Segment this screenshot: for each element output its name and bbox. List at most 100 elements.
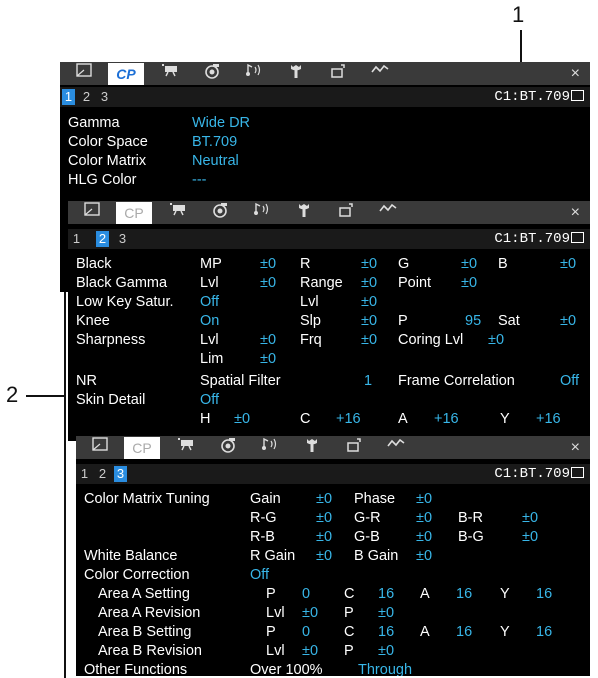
custom-picture-file: C1:BT.709 <box>494 231 584 247</box>
tab-system[interactable] <box>278 63 314 85</box>
skin-c-value: +16 <box>336 411 361 427</box>
knee-sat-label: Sat <box>498 313 520 329</box>
tab-camera[interactable] <box>82 437 118 459</box>
tab-audio[interactable] <box>236 63 272 85</box>
color-matrix-label: Color Matrix <box>68 153 147 169</box>
skin-c-label: C <box>300 411 311 427</box>
low-key-satur-value: Off <box>200 294 220 310</box>
callout-2-line <box>26 395 64 397</box>
cm-gr-label: G-R <box>354 510 381 526</box>
skin-y-value: +16 <box>536 411 561 427</box>
nr-label: NR <box>76 373 97 389</box>
wb-bgain-label: B Gain <box>354 548 399 564</box>
wrench-icon <box>291 65 301 78</box>
tab-lens[interactable] <box>202 202 238 224</box>
area-a-revision-p-value: ±0 <box>378 605 395 621</box>
tab-system[interactable] <box>294 437 330 459</box>
assign-icon <box>339 203 353 217</box>
knee-value: On <box>200 313 220 329</box>
tab-lens[interactable] <box>210 437 246 459</box>
cm-bg-label: B-G <box>458 529 484 545</box>
recording-icon <box>170 203 185 216</box>
area-a-setting-a-value: 16 <box>456 586 473 602</box>
tab-camera[interactable] <box>66 63 102 85</box>
tab-cp[interactable]: CP <box>116 202 152 224</box>
cm-rb-value: ±0 <box>316 529 333 545</box>
spatial-filter-value: 1 <box>364 373 373 389</box>
area-b-setting-y-label: Y <box>500 624 510 640</box>
cm-gain-label: Gain <box>250 491 281 507</box>
close-icon[interactable]: × <box>571 201 580 224</box>
panel-page-2: CP × 1 2 3 C1:BT.709 Black MP ±0 R ±0 G … <box>68 201 590 441</box>
panel-page-3: CP × 1 2 3 C1:BT.709 Color Matrix Tuning… <box>76 436 590 676</box>
area-b-revision-p-value: ±0 <box>378 643 395 659</box>
sharpness-frq-label: Frq <box>300 332 322 348</box>
skin-detail-label: Skin Detail <box>76 392 146 408</box>
black-label: Black <box>76 256 112 272</box>
recording-icon <box>178 438 193 451</box>
tab-network[interactable] <box>362 63 398 85</box>
black-mp-value: ±0 <box>260 256 277 272</box>
tab-cp[interactable]: CP <box>124 437 160 459</box>
knee-sat-value: ±0 <box>560 313 577 329</box>
black-gamma-point-label: Point <box>398 275 432 291</box>
page-3-indicator[interactable]: 3 <box>116 231 129 247</box>
black-gamma-lvl-label: Lvl <box>200 275 219 291</box>
black-gamma-point-value: ±0 <box>461 275 478 291</box>
hlg-color-value: --- <box>192 172 207 188</box>
tab-recording[interactable] <box>168 437 204 459</box>
area-b-setting-c-label: C <box>344 624 355 640</box>
page-2-indicator[interactable]: 2 <box>96 466 109 482</box>
black-gamma-range-label: Range <box>300 275 343 291</box>
tab-lens[interactable] <box>194 63 230 85</box>
sharpness-label: Sharpness <box>76 332 146 348</box>
page-2-indicator[interactable]: 2 <box>96 231 109 247</box>
assign-icon <box>347 438 361 452</box>
tab-audio[interactable] <box>244 202 280 224</box>
black-g-value: ±0 <box>461 256 478 272</box>
callout-2: 2 <box>6 382 19 407</box>
wrench-icon <box>307 439 317 452</box>
page-3-indicator[interactable]: 3 <box>98 89 111 105</box>
page-1-indicator[interactable]: 1 <box>62 89 75 105</box>
tab-cp[interactable]: CP <box>108 63 144 85</box>
color-matrix-value: Neutral <box>192 153 239 169</box>
tab-network[interactable] <box>378 437 414 459</box>
knee-slp-value: ±0 <box>361 313 378 329</box>
tab-assign[interactable] <box>336 437 372 459</box>
lens-icon <box>205 64 219 79</box>
spatial-filter-label: Spatial Filter <box>200 373 281 389</box>
cm-br-value: ±0 <box>522 510 539 526</box>
tab-recording[interactable] <box>160 202 196 224</box>
skin-a-label: A <box>398 411 408 427</box>
audio-icon <box>246 63 261 76</box>
area-a-setting-a-label: A <box>420 586 430 602</box>
close-icon[interactable]: × <box>571 436 580 459</box>
coring-lvl-value: ±0 <box>488 332 505 348</box>
frame-correlation-value: Off <box>560 373 580 389</box>
area-a-revision-p-label: P <box>344 605 354 621</box>
tab-recording[interactable] <box>152 63 188 85</box>
black-r-value: ±0 <box>361 256 378 272</box>
black-b-label: B <box>498 256 508 272</box>
wb-bgain-value: ±0 <box>416 548 433 564</box>
cm-gb-label: G-B <box>354 529 380 545</box>
cm-bg-value: ±0 <box>522 529 539 545</box>
tab-camera[interactable] <box>74 202 110 224</box>
tab-assign[interactable] <box>320 63 356 85</box>
tab-audio[interactable] <box>252 437 288 459</box>
black-b-value: ±0 <box>560 256 577 272</box>
tab-assign[interactable] <box>328 202 364 224</box>
close-icon[interactable]: × <box>571 62 580 85</box>
area-a-setting-y-label: Y <box>500 586 510 602</box>
cm-phase-value: ±0 <box>416 491 433 507</box>
page-3-indicator[interactable]: 3 <box>114 466 127 482</box>
tab-network[interactable] <box>370 202 406 224</box>
page-1-indicator[interactable]: 1 <box>78 466 91 482</box>
page-1-indicator[interactable]: 1 <box>70 231 83 247</box>
cm-gain-value: ±0 <box>316 491 333 507</box>
tab-system[interactable] <box>286 202 322 224</box>
page-2-indicator[interactable]: 2 <box>80 89 93 105</box>
gamma-label: Gamma <box>68 115 120 131</box>
area-b-revision-lvl-label: Lvl <box>266 643 285 659</box>
